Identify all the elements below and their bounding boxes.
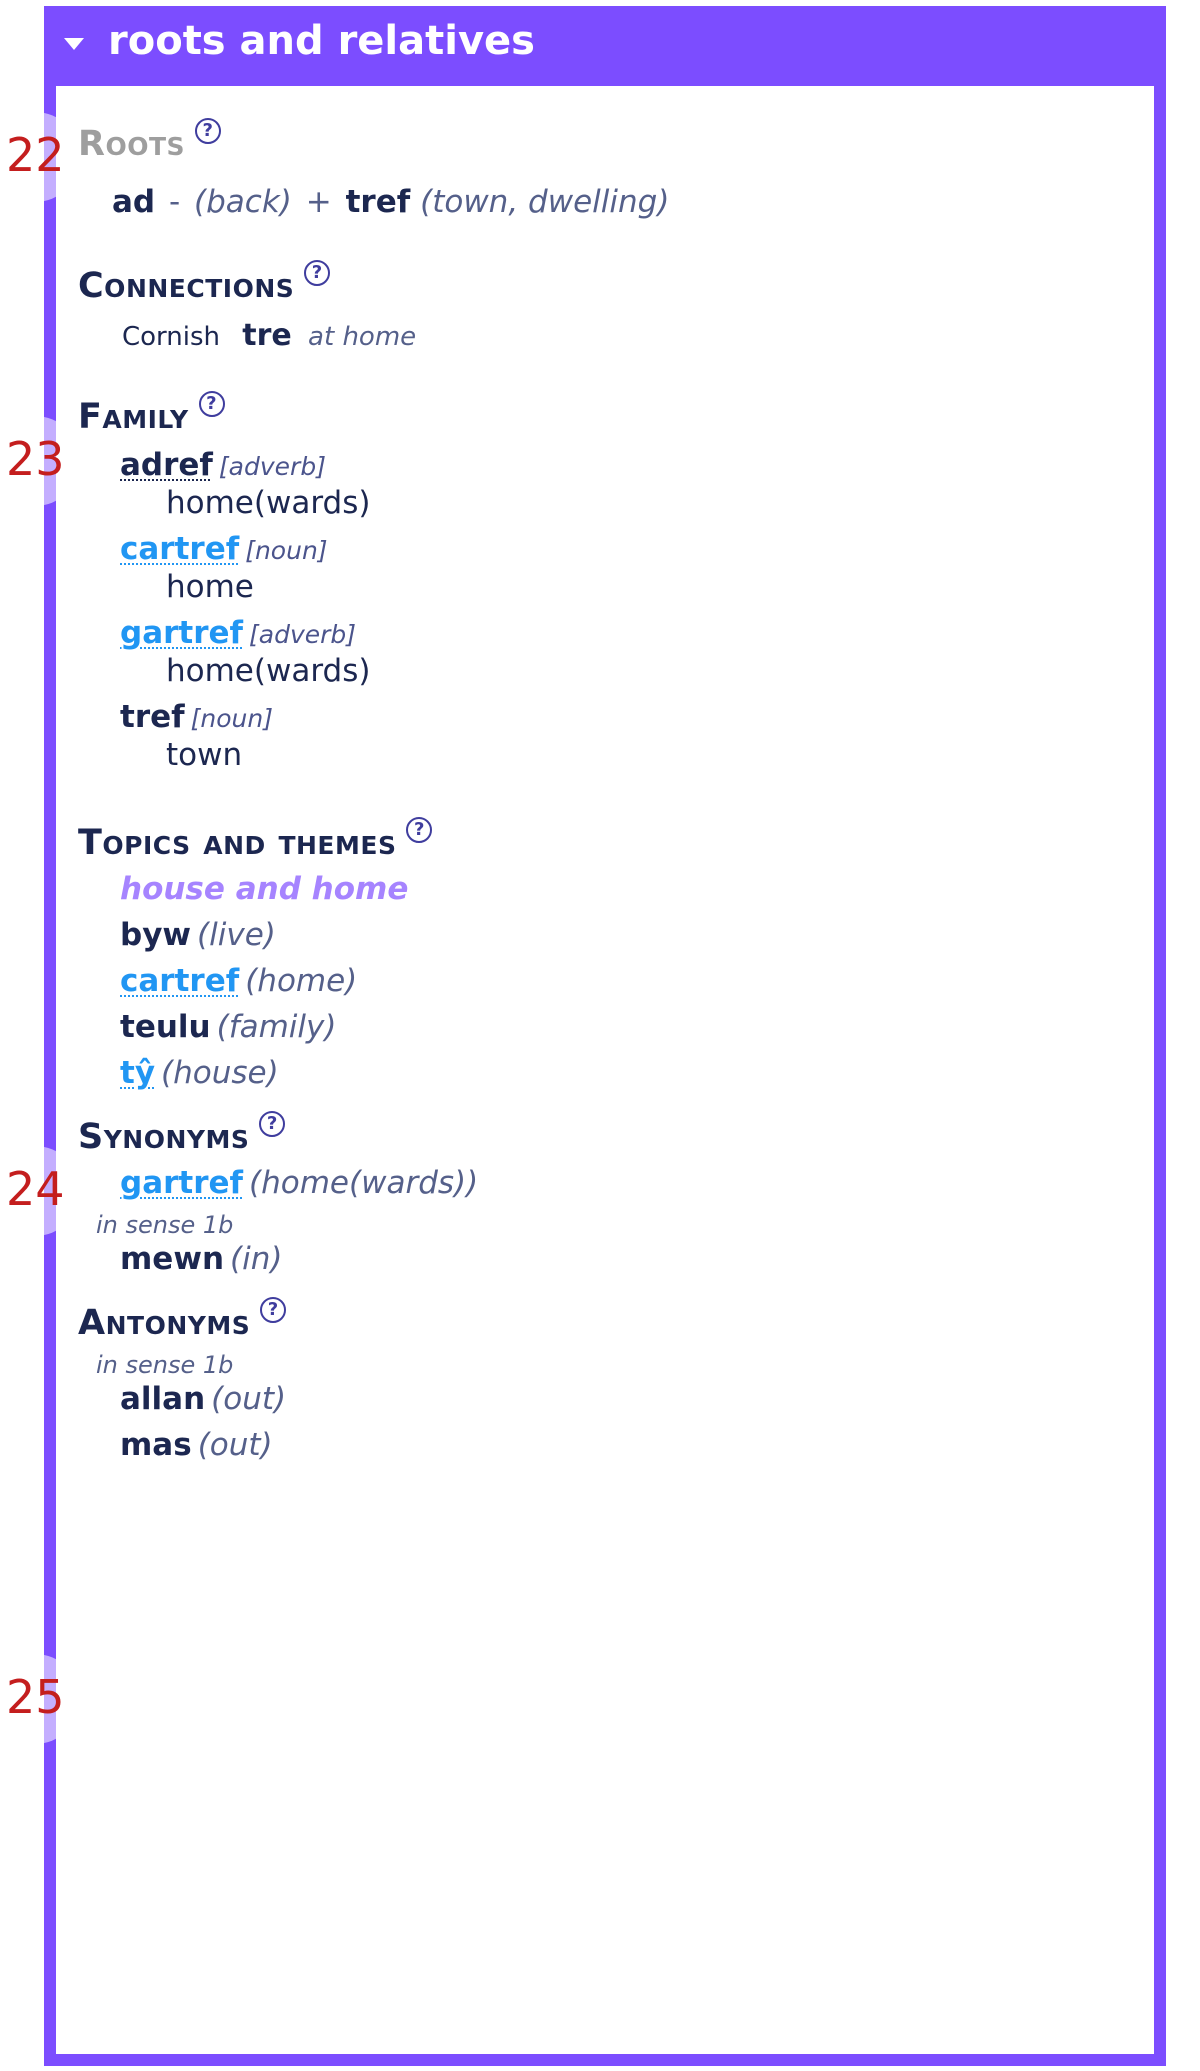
word-row: cartref(home) <box>120 963 1114 999</box>
word-gloss: (family) <box>217 1009 337 1045</box>
family-item: tref[noun] <box>120 699 1114 735</box>
section-title-antonyms: Antonyms ? <box>78 1303 1114 1343</box>
section-title-topics: Topics and themes ? <box>78 823 1114 863</box>
family-item: cartref[noun] <box>120 531 1114 567</box>
family-word-link[interactable]: adref <box>120 447 213 483</box>
word-gloss: (in) <box>230 1241 282 1277</box>
word-link[interactable]: teulu <box>120 1009 211 1045</box>
margin-annotation-24: 24 <box>6 1166 65 1212</box>
help-icon[interactable]: ? <box>259 1111 285 1137</box>
section-family: Family ? adref[adverb]home(wards)cartref… <box>78 397 1114 797</box>
family-word-link[interactable]: tref <box>120 699 185 735</box>
connection-language: Cornish <box>122 322 220 352</box>
section-title-roots: Roots ? <box>78 124 1114 164</box>
word-link[interactable]: gartref <box>120 1165 243 1201</box>
family-definition: town <box>120 737 1114 773</box>
family-item: adref[adverb] <box>120 447 1114 483</box>
help-icon[interactable]: ? <box>406 817 432 843</box>
margin-annotation-23: 23 <box>6 436 65 482</box>
word-row: allan(out) <box>120 1381 1114 1417</box>
word-row: byw(live) <box>120 917 1114 953</box>
word-link[interactable]: cartref <box>120 963 239 999</box>
roots-etymology: ad - (back) + tref (town, dwelling) <box>78 172 1114 240</box>
section-title-connections: Connections ? <box>78 266 1114 306</box>
word-link[interactable]: allan <box>120 1381 205 1417</box>
connection-row: Cornish tre at home <box>78 314 1114 371</box>
help-icon[interactable]: ? <box>199 391 225 417</box>
sense-note: in sense 1b <box>78 1211 1114 1239</box>
word-gloss: (out) <box>198 1427 273 1463</box>
connection-word[interactable]: tre <box>242 318 291 353</box>
word-row: teulu(family) <box>120 1009 1114 1045</box>
word-link[interactable]: mas <box>120 1427 192 1463</box>
section-topics: Topics and themes ? house and home byw(l… <box>78 823 1114 1091</box>
roots-and-relatives-panel: roots and relatives Roots ? ad - (back) … <box>44 6 1166 2066</box>
margin-annotation-25: 25 <box>6 1674 65 1720</box>
help-icon[interactable]: ? <box>195 118 221 144</box>
help-icon[interactable]: ? <box>260 1297 286 1323</box>
section-synonyms: Synonyms ? gartref(home(wards)) in sense… <box>78 1117 1114 1277</box>
family-word-link[interactable]: gartref <box>120 615 243 651</box>
family-item: gartref[adverb] <box>120 615 1114 651</box>
word-row: mewn(in) <box>120 1241 1114 1277</box>
topic-name[interactable]: house and home <box>78 871 1114 907</box>
section-title-synonyms: Synonyms ? <box>78 1117 1114 1157</box>
word-row: mas(out) <box>120 1427 1114 1463</box>
word-gloss: (home) <box>245 963 357 999</box>
margin-annotation-22: 22 <box>6 132 65 178</box>
section-roots: Roots ? ad - (back) + tref (town, dwelli… <box>78 124 1114 240</box>
panel-title: roots and relatives <box>108 18 535 64</box>
family-definition: home(wards) <box>120 653 1114 689</box>
part-of-speech: [adverb] <box>249 620 356 649</box>
word-link[interactable]: tŷ <box>120 1055 155 1091</box>
word-gloss: (out) <box>211 1381 286 1417</box>
help-icon[interactable]: ? <box>304 260 330 286</box>
part-of-speech: [noun] <box>245 536 327 565</box>
word-row: gartref(home(wards)) <box>120 1165 1114 1201</box>
sense-note: in sense 1b <box>78 1351 1114 1379</box>
word-row: tŷ(house) <box>120 1055 1114 1091</box>
word-gloss: (home(wards)) <box>249 1165 478 1201</box>
panel-header[interactable]: roots and relatives <box>56 6 1154 86</box>
word-link[interactable]: byw <box>120 917 191 953</box>
word-gloss: (live) <box>197 917 276 953</box>
section-connections: Connections ? Cornish tre at home <box>78 266 1114 371</box>
family-definition: home(wards) <box>120 485 1114 521</box>
family-definition: home <box>120 569 1114 605</box>
section-antonyms: Antonyms ? in sense 1b allan(out)mas(out… <box>78 1303 1114 1463</box>
connection-gloss: at home <box>308 322 416 352</box>
part-of-speech: [noun] <box>191 704 273 733</box>
word-link[interactable]: mewn <box>120 1241 224 1277</box>
part-of-speech: [adverb] <box>219 452 326 481</box>
family-word-link[interactable]: cartref <box>120 531 239 567</box>
collapse-triangle-icon <box>64 38 84 50</box>
word-gloss: (house) <box>161 1055 279 1091</box>
section-title-family: Family ? <box>78 397 1114 437</box>
